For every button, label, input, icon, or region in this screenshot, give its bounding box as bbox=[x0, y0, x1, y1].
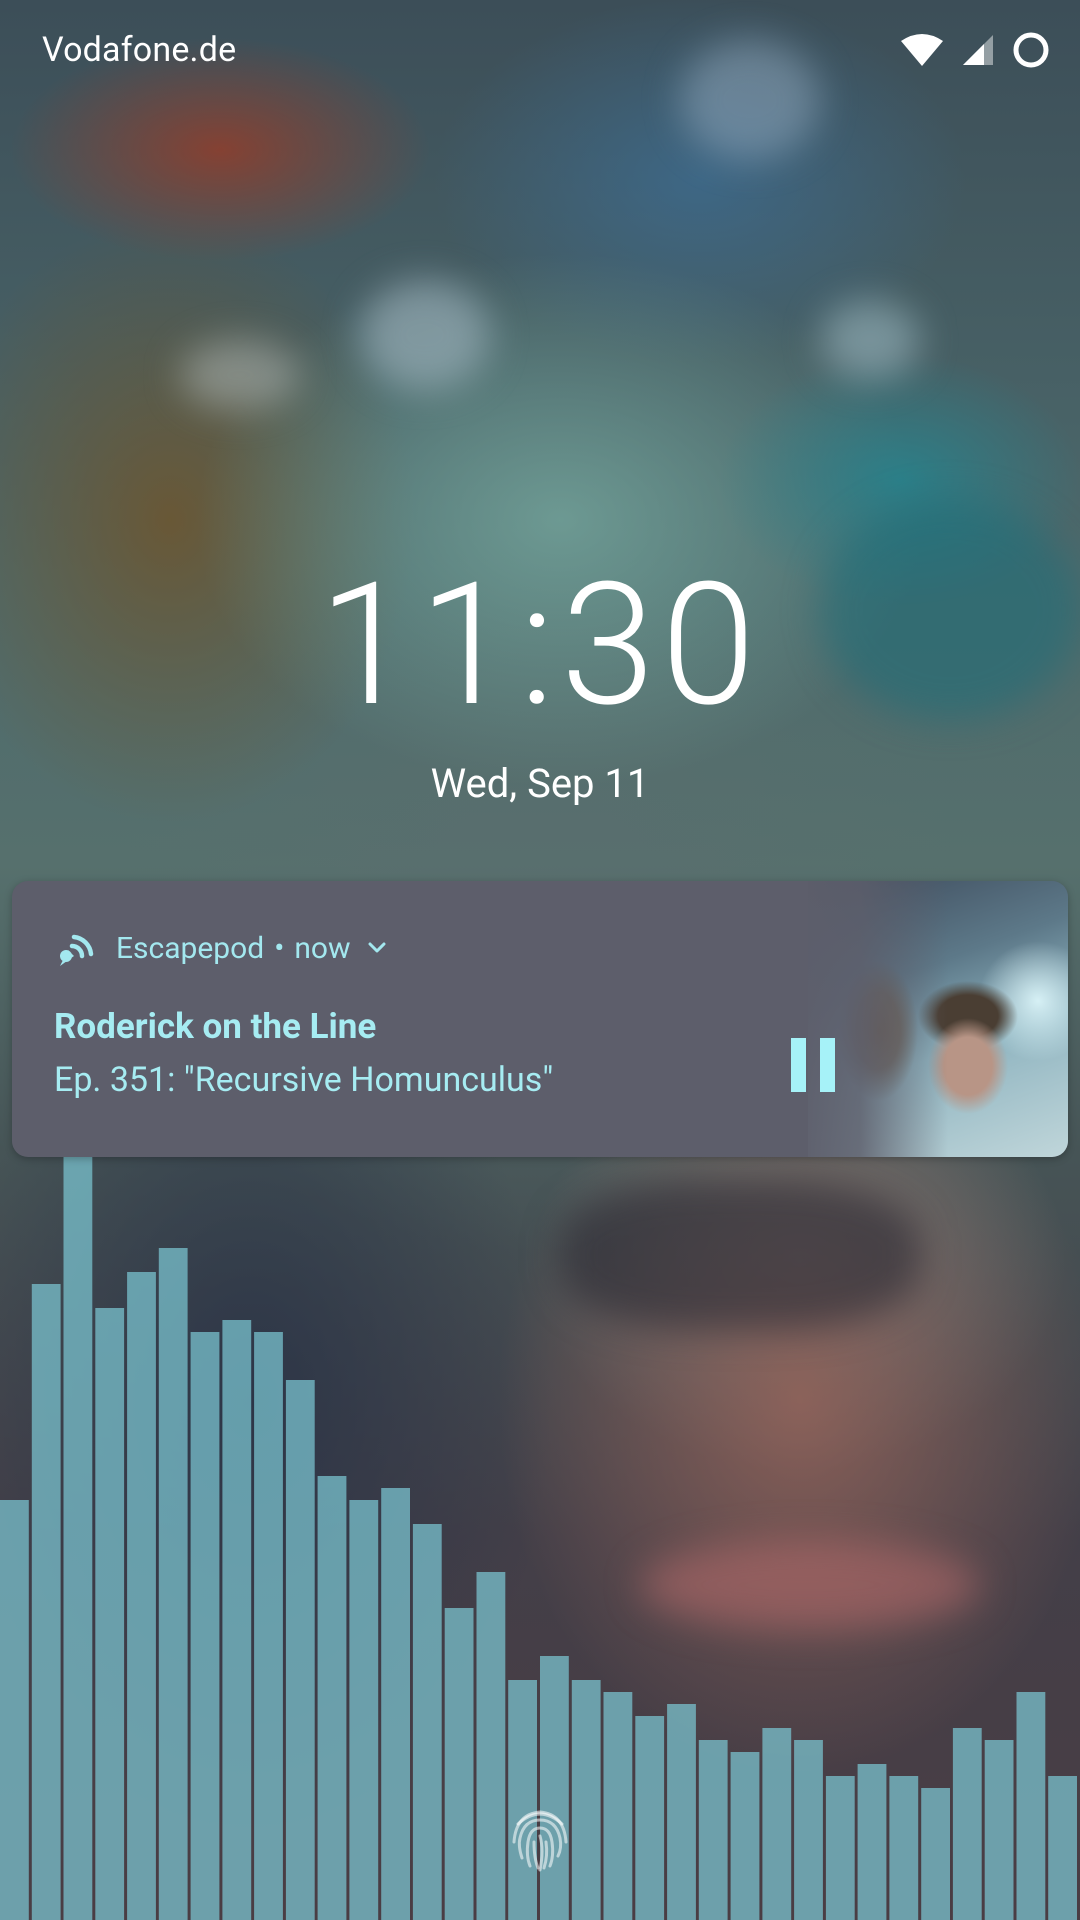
status-bar: Vodafone.de bbox=[0, 0, 1080, 108]
visualizer-bar bbox=[857, 1764, 887, 1920]
visualizer-bar bbox=[1016, 1692, 1046, 1920]
cell-signal-icon bbox=[962, 34, 994, 70]
album-art-fade bbox=[788, 881, 948, 1157]
notification-separator: • bbox=[274, 930, 285, 966]
visualizer-bar bbox=[444, 1608, 474, 1920]
notification-title: Roderick on the Line bbox=[54, 1006, 377, 1047]
chevron-down-icon[interactable] bbox=[365, 936, 389, 960]
lockscreen-date: Wed, Sep 11 bbox=[430, 760, 650, 807]
visualizer-bar bbox=[730, 1752, 760, 1920]
pause-icon-bar bbox=[820, 1038, 835, 1092]
visualizer-bar bbox=[0, 1500, 29, 1920]
notification-time: now bbox=[294, 930, 351, 966]
visualizer-bar bbox=[317, 1476, 347, 1920]
visualizer-bar bbox=[698, 1740, 728, 1920]
podcast-feed-icon bbox=[60, 934, 94, 966]
visualizer-bar bbox=[127, 1272, 156, 1920]
visualizer-bar bbox=[825, 1776, 855, 1920]
lockscreen-clock: 11:30 bbox=[318, 545, 762, 745]
visualizer-bar bbox=[635, 1716, 665, 1920]
visualizer-bar bbox=[63, 1152, 93, 1920]
wifi-icon bbox=[900, 33, 944, 71]
pause-button[interactable] bbox=[778, 1030, 848, 1100]
visualizer-bar bbox=[381, 1488, 410, 1920]
status-icons bbox=[900, 32, 1050, 72]
visualizer-bar bbox=[540, 1656, 569, 1920]
carrier-name: Vodafone.de bbox=[42, 30, 237, 70]
visualizer-bar bbox=[190, 1332, 220, 1920]
visualizer-bar bbox=[222, 1320, 252, 1920]
pause-icon bbox=[791, 1038, 835, 1092]
visualizer-bar bbox=[476, 1572, 506, 1920]
battery-circle-icon bbox=[1012, 31, 1050, 73]
visualizer-bar bbox=[921, 1788, 950, 1920]
notification-header[interactable]: Escapepod • now bbox=[52, 924, 389, 972]
visualizer-bar bbox=[31, 1284, 61, 1920]
visualizer-bar bbox=[349, 1500, 379, 1920]
visualizer-bar bbox=[158, 1248, 188, 1920]
notification-app-name: Escapepod bbox=[116, 930, 265, 966]
visualizer-bar bbox=[667, 1704, 696, 1920]
visualizer-bar bbox=[984, 1740, 1014, 1920]
visualizer-bar bbox=[412, 1524, 442, 1920]
visualizer-bar bbox=[762, 1728, 792, 1920]
visualizer-bar bbox=[95, 1308, 125, 1920]
visualizer-bar bbox=[1048, 1776, 1077, 1920]
visualizer-bar bbox=[794, 1740, 823, 1920]
visualizer-bar bbox=[603, 1692, 633, 1920]
visualizer-bar bbox=[952, 1728, 982, 1920]
visualizer-bar bbox=[285, 1380, 315, 1920]
visualizer-bar bbox=[571, 1680, 601, 1920]
pause-icon-bar bbox=[791, 1038, 806, 1092]
visualizer-bar bbox=[508, 1680, 537, 1920]
fingerprint-icon[interactable] bbox=[508, 1802, 572, 1874]
visualizer-bar bbox=[254, 1332, 283, 1920]
visualizer-bar bbox=[889, 1776, 919, 1920]
notification-text: Ep. 351: "Recursive Homunculus" bbox=[54, 1060, 554, 1100]
